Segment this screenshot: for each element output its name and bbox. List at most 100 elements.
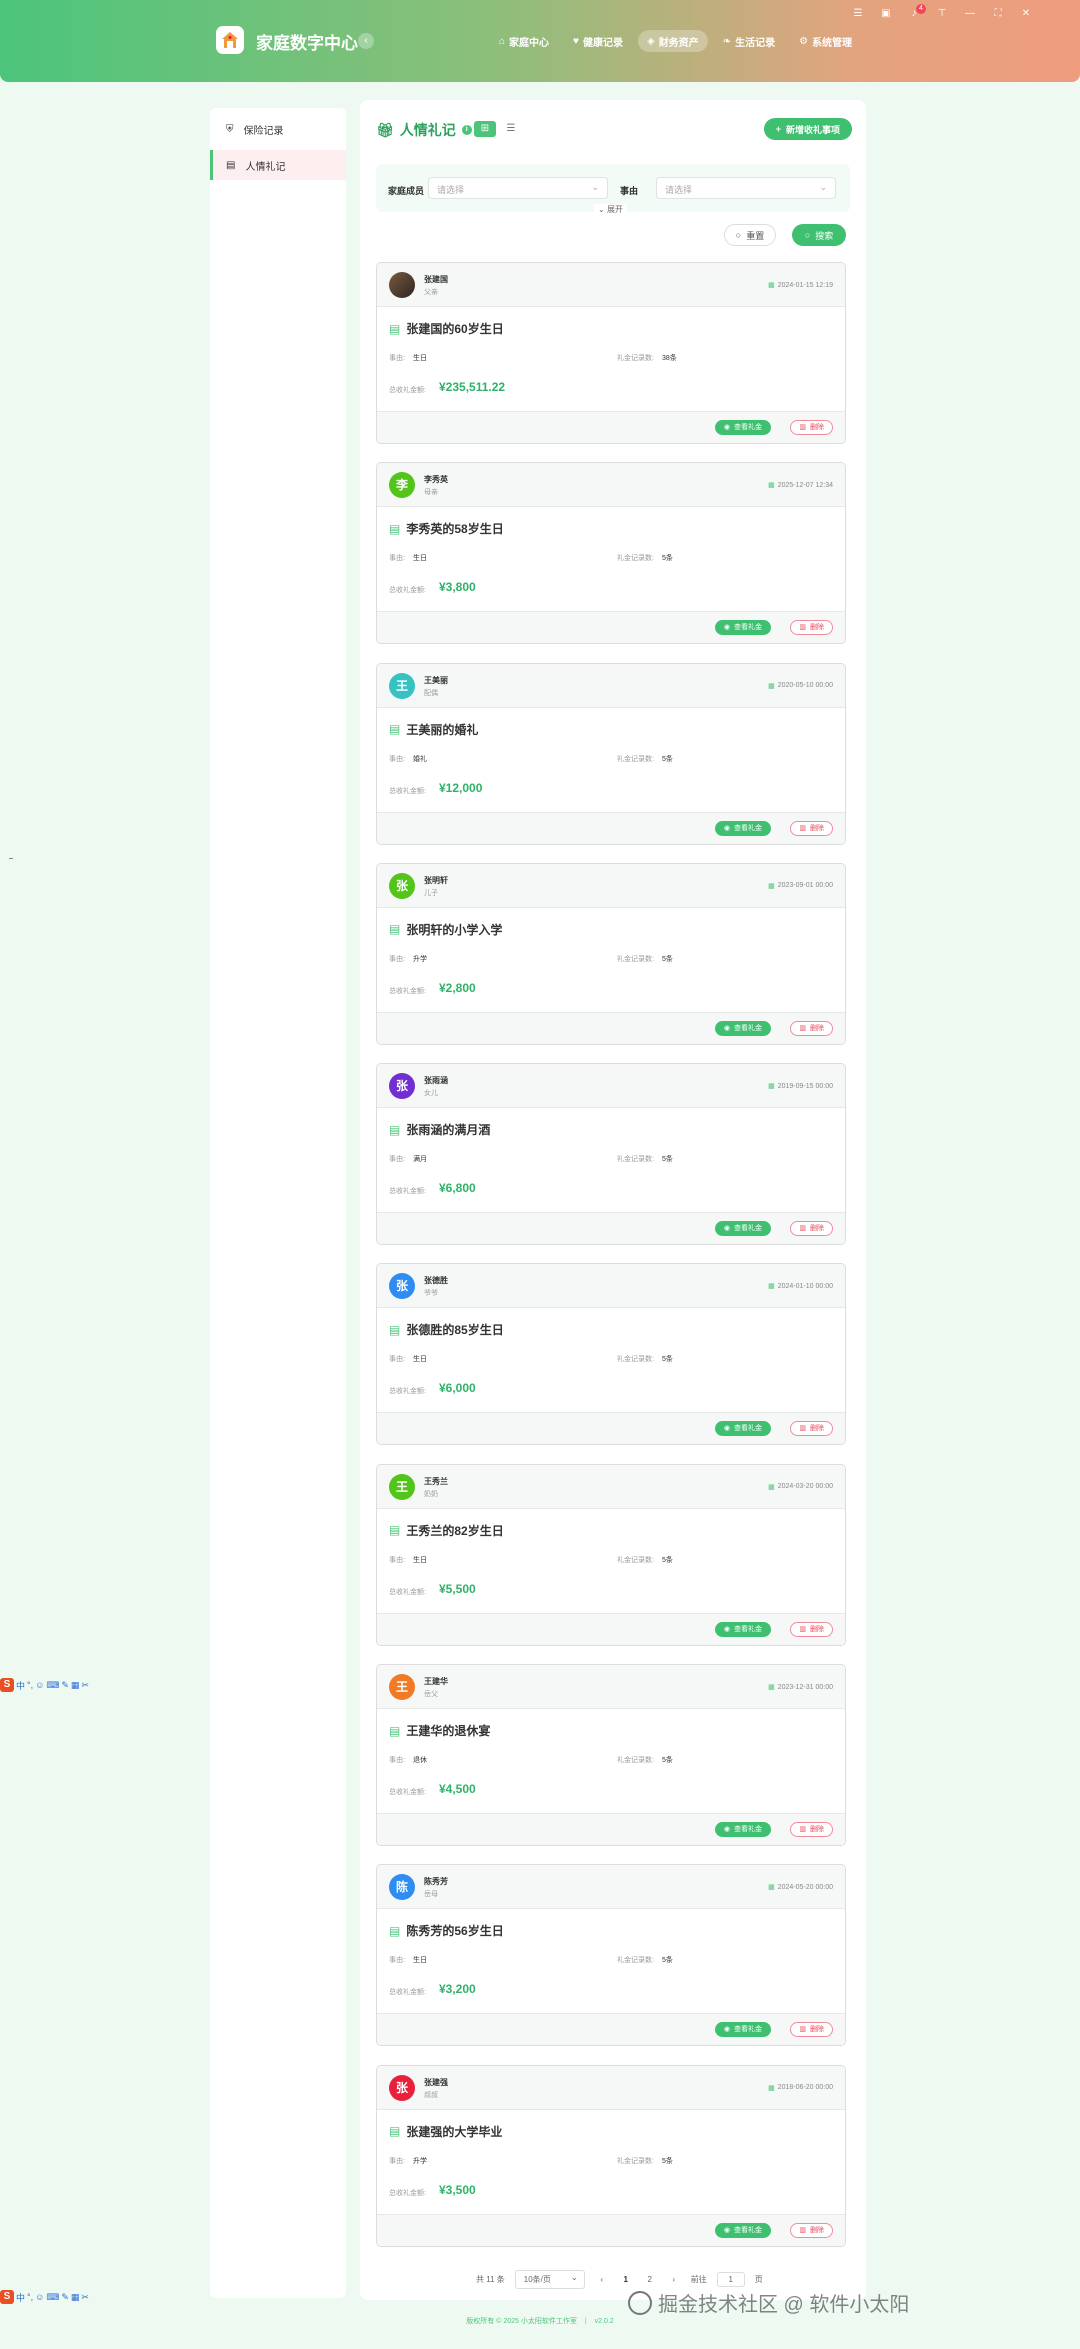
ime-tool-icon[interactable]: °,: [27, 1680, 33, 1690]
reason-select[interactable]: 请选择 ⌄: [656, 177, 836, 199]
prev-page-icon[interactable]: ‹: [595, 2275, 609, 2284]
app-logo[interactable]: [216, 26, 244, 54]
ime-tool-icon[interactable]: ▦: [71, 1680, 80, 1691]
delete-button[interactable]: ▥ 删除: [790, 620, 833, 636]
ime-tool-icon[interactable]: ☺: [35, 1680, 44, 1690]
delete-button[interactable]: ▥ 删除: [790, 2022, 833, 2038]
sidebar-item-insurance[interactable]: ⛨ 保险记录: [210, 114, 346, 144]
page-number[interactable]: 1: [619, 2275, 633, 2284]
view-gifts-button[interactable]: ◉ 查看礼金: [714, 2022, 771, 2038]
ime-tool-icon[interactable]: ✂: [81, 2292, 89, 2303]
delete-button[interactable]: ▥ 删除: [790, 1020, 833, 1036]
reset-label: 重置: [746, 230, 765, 241]
ime-tool-icon[interactable]: 中: [16, 2291, 25, 2304]
reason-field: 事由: 生日: [389, 553, 427, 563]
delete-button[interactable]: ▥ 删除: [790, 820, 833, 836]
ime-tool-icon[interactable]: ▦: [71, 2292, 80, 2303]
gift-icon: ▤: [389, 521, 401, 536]
ime-tool-icon[interactable]: ⌨: [46, 2292, 59, 2303]
expand-filters-link[interactable]: ⌄ 展开: [594, 204, 627, 215]
view-gifts-button[interactable]: ◉ 查看礼金: [714, 1020, 771, 1036]
delete-button[interactable]: ▥ 删除: [790, 2222, 833, 2238]
ime-tool-icon[interactable]: ✂: [81, 1680, 89, 1691]
sogou-ime-icon[interactable]: S: [0, 2290, 14, 2304]
chevron-down-icon: ⌄: [571, 2273, 578, 2282]
delete-button[interactable]: ▥ 删除: [790, 420, 833, 435]
ime-toolbar[interactable]: S 中 °, ☺ ⌨ ✎ ▦ ✂: [0, 1678, 89, 1692]
nav-item-home[interactable]: ⌂ 家庭中心: [490, 30, 558, 52]
minimize-icon[interactable]: —: [956, 8, 984, 22]
eye-icon: ◉: [723, 2226, 730, 2234]
lock-icon[interactable]: ▣: [872, 8, 900, 22]
record-count-field: 礼金记录数: 5条: [617, 553, 673, 563]
ime-tool-icon[interactable]: ✎: [61, 2292, 69, 2303]
next-page-icon[interactable]: ›: [667, 2275, 681, 2284]
grid-view-icon[interactable]: ⊞: [474, 121, 496, 137]
delete-button[interactable]: ▥ 删除: [790, 1221, 833, 1237]
nav-item-leaf[interactable]: ❧ 生活记录: [714, 30, 784, 52]
info-icon[interactable]: i: [461, 125, 472, 135]
person-relation: 父亲: [424, 289, 438, 296]
view-gifts-button[interactable]: ◉ 查看礼金: [714, 820, 771, 836]
gift-record-list: 张建国 父亲 ▦ 2024-01-15 12:19 ▤ 张建国的60岁生日 事由: 生日 礼金记…: [376, 262, 850, 2265]
sogou-ime-icon[interactable]: S: [0, 1678, 14, 1692]
view-gifts-button[interactable]: ◉ 查看礼金: [714, 1621, 771, 1637]
ime-tool-icon[interactable]: 中: [16, 1679, 25, 1692]
avatar: 张: [389, 1073, 415, 1100]
view-gifts-button[interactable]: ◉ 查看礼金: [714, 1421, 771, 1437]
person-name: 张雨涵: [424, 1076, 448, 1086]
reason-value: 退休: [412, 1757, 427, 1765]
delete-button[interactable]: ▥ 删除: [790, 1421, 833, 1437]
record-count-value: 5条: [661, 1757, 673, 1765]
gift-record-card: 陈陈秀芳 岳母 ▦ 2024-05-20 00:00 ▤ 陈秀芳的56岁生日 事由: 生日 礼金…: [376, 1864, 846, 2047]
record-count-value: 5条: [661, 755, 673, 763]
page-size-select[interactable]: 10条/页 ⌄: [514, 2270, 585, 2289]
calendar-icon: ▦: [768, 1483, 775, 1491]
ime-toolbar[interactable]: S 中 °, ☺ ⌨ ✎ ▦ ✂: [0, 2290, 89, 2304]
view-gifts-button[interactable]: ◉ 查看礼金: [714, 420, 771, 435]
trash-icon: ▥: [799, 1024, 806, 1032]
list-view-icon[interactable]: ☰: [500, 121, 522, 137]
view-gifts-label: 查看礼金: [734, 2026, 762, 2034]
reason-field: 事由: 生日: [389, 1354, 427, 1364]
reason-value: 婚礼: [412, 755, 427, 763]
collapse-sidebar-button[interactable]: ‹: [358, 33, 374, 49]
gift-record-card: 王王美丽 配偶 ▦ 2020-05-10 00:00 ▤ 王美丽的婚礼 事由: 婚礼 礼金记录数…: [376, 662, 846, 845]
ime-tool-icon[interactable]: ⌨: [46, 1680, 59, 1691]
view-gifts-label: 查看礼金: [734, 1024, 762, 1032]
maximize-icon[interactable]: ⛶: [984, 8, 1012, 22]
person-relation: 配偶: [424, 689, 438, 697]
total-amount-value: ¥5,500: [439, 1581, 476, 1596]
reason-label: 事由:: [389, 355, 405, 362]
avatar: 王: [389, 1473, 415, 1500]
bell-icon[interactable]: ♪ 4: [900, 4, 928, 22]
settings-sliders-icon[interactable]: ☰: [844, 8, 872, 22]
sidebar-item-gifts[interactable]: ▤ 人情礼记: [210, 150, 346, 180]
view-gifts-button[interactable]: ◉ 查看礼金: [714, 620, 771, 636]
ime-tool-icon[interactable]: °,: [27, 2292, 33, 2302]
reset-button[interactable]: ○ 重置: [724, 224, 776, 246]
close-icon[interactable]: ✕: [1012, 8, 1040, 22]
view-gifts-button[interactable]: ◉ 查看礼金: [714, 2222, 771, 2238]
page-number[interactable]: 2: [643, 2275, 657, 2284]
view-gifts-button[interactable]: ◉ 查看礼金: [714, 1822, 771, 1838]
nav-item-cog[interactable]: ⚙ 系统管理: [790, 30, 861, 52]
event-title: ▤ 张雨涵的满月酒: [389, 1121, 490, 1138]
goto-page-input[interactable]: 1: [716, 2272, 745, 2287]
gift-record-card: 张张德胜 爷爷 ▦ 2024-01-10 00:00 ▤ 张德胜的85岁生日 事由: 生日 礼金…: [376, 1263, 846, 1446]
reason-value: 生日: [412, 1556, 427, 1564]
nav-item-heart[interactable]: ♥ 健康记录: [564, 30, 632, 52]
add-gift-event-button[interactable]: + 新增收礼事项: [763, 118, 852, 140]
delete-button[interactable]: ▥ 删除: [790, 1822, 833, 1838]
record-count-label: 礼金记录数:: [617, 1957, 654, 1965]
pin-icon[interactable]: ⊤: [928, 8, 956, 22]
delete-button[interactable]: ▥ 删除: [790, 1621, 833, 1637]
ime-tool-icon[interactable]: ☺: [35, 2292, 44, 2302]
gift-icon: ▤: [389, 2124, 401, 2139]
nav-item-wallet[interactable]: ◈ 财务资产: [637, 30, 708, 52]
ime-tool-icon[interactable]: ✎: [61, 1680, 69, 1691]
member-select[interactable]: 请选择 ⌄: [428, 177, 608, 199]
wallet-icon: ◈: [646, 35, 655, 47]
search-button[interactable]: ○ 搜索: [792, 224, 846, 246]
view-gifts-button[interactable]: ◉ 查看礼金: [714, 1221, 771, 1237]
